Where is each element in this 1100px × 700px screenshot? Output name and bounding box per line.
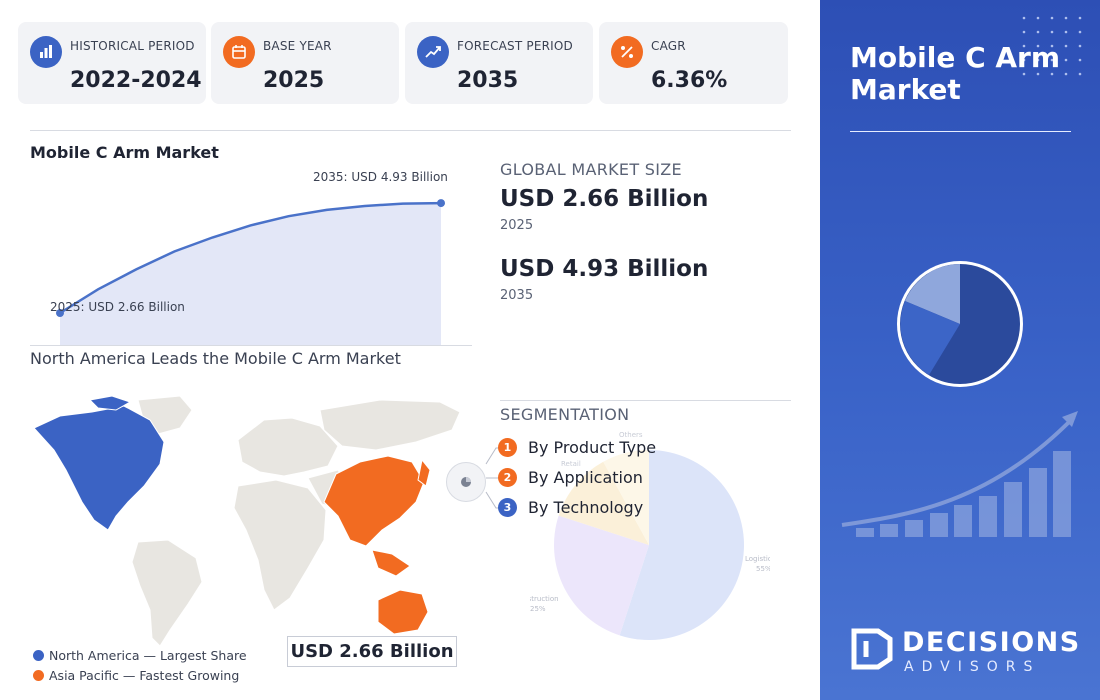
pie-label-construction-pct: 25% [530, 605, 546, 613]
segment-label: By Product Type [528, 437, 657, 457]
stat-label: CAGR [651, 39, 686, 53]
segmentation-title: SEGMENTATION [500, 405, 630, 424]
legend-item-asia-pacific: Asia Pacific — Fastest Growing [33, 668, 239, 683]
segment-label: By Technology [528, 497, 644, 517]
map-title: North America Leads the Mobile C Arm Mar… [30, 349, 401, 368]
bar-chart-icon [30, 36, 62, 68]
segment-number: 2 [498, 467, 517, 487]
stat-value: 6.36% [651, 68, 728, 93]
brand-name-bottom: ADVISORS [904, 659, 1041, 675]
market-size-year-2035: 2035 [500, 288, 534, 303]
segment-number: 3 [498, 497, 517, 517]
stat-card-forecast-period: FORECAST PERIOD 2035 [405, 22, 593, 104]
north-america-shape [33, 405, 165, 531]
stat-value: 2025 [263, 68, 325, 93]
asia-pacific-shape [323, 455, 425, 547]
trend-up-icon [417, 36, 449, 68]
stat-label: HISTORICAL PERIOD [70, 39, 195, 53]
pie-label-logistics: Logistics [745, 555, 770, 563]
brand-name-top: DECISIONS [902, 627, 1081, 658]
pie-label-logistics-pct: 55% [756, 565, 770, 573]
stat-card-historical-period: HISTORICAL PERIOD 2022-2024 [18, 22, 206, 104]
area-chart: 2025: USD 2.66 Billion 2035: USD 4.93 Bi… [50, 170, 448, 345]
stat-card-base-year: BASE YEAR 2025 [211, 22, 399, 104]
stat-label: BASE YEAR [263, 39, 332, 53]
market-size-year-2025: 2025 [500, 218, 534, 233]
annotation-end: 2035: USD 4.93 Billion [313, 170, 448, 184]
divider [500, 400, 791, 401]
right-panel: Mobile C Arm Market DECISIONS ADVISORS [820, 0, 1100, 700]
legend-dot [33, 670, 44, 681]
southeast-asia-shape [371, 549, 411, 577]
market-size-2025: USD 2.66 Billion [500, 186, 709, 212]
legend-item-north-america: North America — Largest Share [33, 648, 247, 663]
russia-shape [319, 399, 461, 451]
pie-label-construction: Construction [530, 595, 559, 603]
market-size-2035: USD 4.93 Billion [500, 256, 709, 282]
map-value-badge: USD 2.66 Billion [287, 636, 457, 667]
chart-baseline [30, 345, 472, 346]
africa-shape [233, 479, 327, 611]
decorative-pie-icon [897, 261, 1023, 387]
divider [30, 130, 791, 131]
market-size-label: GLOBAL MARKET SIZE [500, 160, 682, 179]
australia-shape [377, 589, 429, 635]
panel-divider [850, 131, 1071, 132]
legend-dot [33, 650, 44, 661]
stat-label: FORECAST PERIOD [457, 39, 573, 53]
stat-value: 2022-2024 [70, 68, 202, 93]
calendar-icon [223, 36, 255, 68]
segmentation-pie-chart: Logistics 55% Construction 25% Retail Ot… [530, 431, 770, 640]
world-map [33, 395, 461, 647]
segment-number: 1 [498, 437, 517, 457]
segment-item-product-type[interactable]: 1 By Product Type [498, 436, 656, 458]
panel-title: Mobile C Arm Market [850, 41, 1061, 106]
annotation-start: 2025: USD 2.66 Billion [50, 300, 185, 314]
segment-item-technology[interactable]: 3 By Technology [498, 496, 643, 518]
area-point-2035 [437, 199, 445, 208]
decorative-growth-chart-icon [841, 411, 1078, 537]
stat-card-cagr: CAGR 6.36% [599, 22, 788, 104]
legend-label: Asia Pacific — Fastest Growing [49, 668, 240, 683]
brand-logo-icon [851, 628, 893, 670]
segment-item-application[interactable]: 2 By Application [498, 466, 643, 488]
legend-label: North America — Largest Share [49, 648, 247, 663]
south-america-shape [131, 539, 203, 647]
percent-icon [611, 36, 643, 68]
stat-value: 2035 [457, 68, 519, 93]
segment-label: By Application [528, 467, 643, 487]
